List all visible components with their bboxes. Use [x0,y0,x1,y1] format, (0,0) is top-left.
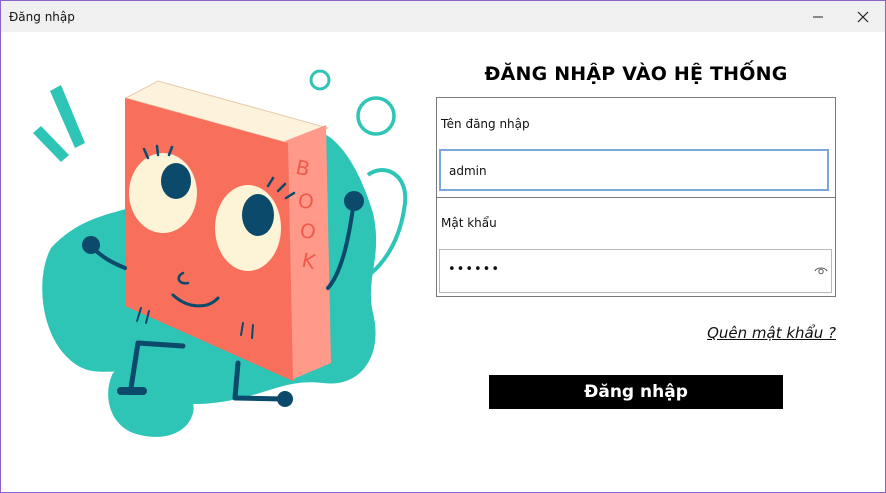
username-label: Tên đăng nhập [441,117,530,131]
title-bar[interactable]: Đăng nhập [1,1,885,32]
close-button[interactable] [840,1,885,32]
forgot-password-link[interactable]: Quên mật khẩu ? [636,324,836,342]
password-input[interactable]: •••••• [439,249,832,293]
bubble-large [356,96,396,136]
window-title: Đăng nhập [9,10,75,24]
minimize-icon [813,16,823,17]
minimize-button[interactable] [795,1,841,32]
username-value: admin [449,164,487,178]
login-heading: ĐĂNG NHẬP VÀO HỆ THỐNG [484,63,788,85]
left-eye-pupil [161,163,191,199]
login-form: Tên đăng nhập admin Mật khẩu •••••• [436,97,836,297]
username-input[interactable]: admin [439,149,829,191]
spark-mark-2 [33,126,69,162]
login-window: Đăng nhập B O O K ĐĂNG NHẬP VÀO HỆ THỐNG… [0,0,886,493]
login-button[interactable]: Đăng nhập [489,375,783,409]
spark-mark-1 [50,85,85,148]
eye-icon[interactable] [814,264,828,276]
bubble-small [309,69,331,91]
right-hand [344,191,364,211]
right-eye-pupil [242,194,274,236]
right-foot [277,391,293,407]
password-label: Mật khẩu [441,216,497,230]
form-divider [437,197,835,198]
password-value: •••••• [448,262,501,277]
close-icon [857,11,869,22]
book-mascot-illustration: B O O K [33,69,408,437]
left-hand [82,236,100,254]
